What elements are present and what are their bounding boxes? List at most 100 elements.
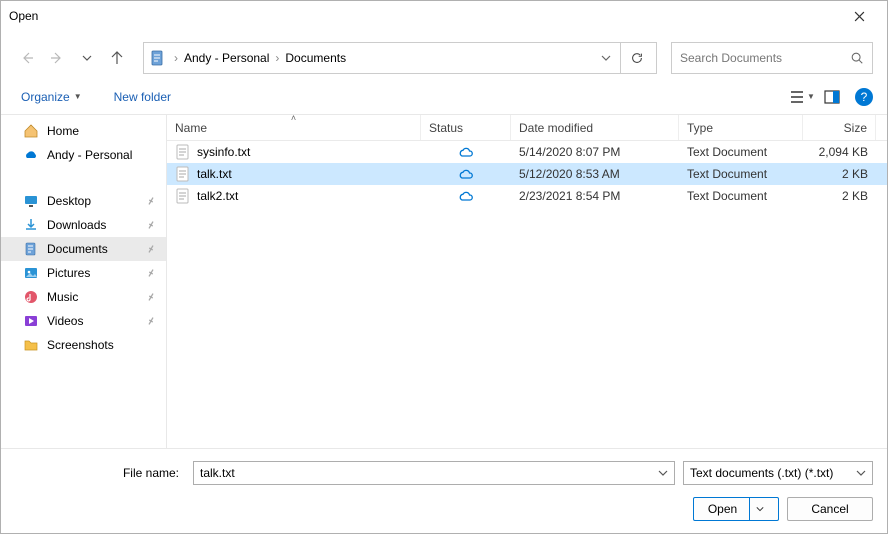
column-status[interactable]: Status: [421, 115, 511, 140]
file-name: sysinfo.txt: [197, 145, 250, 159]
sidebar-item-desktop[interactable]: Desktop: [1, 189, 166, 213]
breadcrumb-sep-icon: ›: [273, 51, 281, 65]
pin-icon: [144, 266, 158, 280]
refresh-icon: [630, 51, 644, 65]
desktop-icon: [23, 193, 39, 209]
file-row[interactable]: talk.txt 5/12/2020 8:53 AM Text Document…: [167, 163, 887, 185]
forward-button[interactable]: [45, 46, 69, 70]
chevron-down-icon: [856, 468, 866, 478]
file-type: Text Document: [679, 163, 803, 185]
breadcrumb-part[interactable]: Andy - Personal: [180, 51, 273, 65]
file-pane: Name ˄ Status Date modified Type Size sy…: [167, 115, 887, 448]
chevron-down-icon: [82, 53, 92, 63]
documents-icon: [23, 241, 39, 257]
breadcrumb-part[interactable]: Documents: [281, 51, 350, 65]
toolbar: Organize ▼ New folder ▼ ?: [1, 79, 887, 115]
arrow-left-icon: [19, 50, 35, 66]
sidebar-item-home[interactable]: Home: [1, 119, 166, 143]
sidebar-item-label: Andy - Personal: [47, 148, 132, 162]
file-date: 5/12/2020 8:53 AM: [511, 163, 679, 185]
file-row[interactable]: sysinfo.txt 5/14/2020 8:07 PM Text Docum…: [167, 141, 887, 163]
file-size: 2,094 KB: [803, 141, 876, 163]
pin-icon: [144, 194, 158, 208]
footer: File name: talk.txt Text documents (.txt…: [1, 448, 887, 533]
view-mode-button[interactable]: ▼: [789, 85, 815, 109]
window-title: Open: [9, 9, 839, 23]
file-date: 5/14/2020 8:07 PM: [511, 141, 679, 163]
pin-icon: [144, 314, 158, 328]
sidebar-item-label: Documents: [47, 242, 108, 256]
organize-button[interactable]: Organize ▼: [15, 86, 88, 108]
back-button[interactable]: [15, 46, 39, 70]
sidebar-item-music[interactable]: Music: [1, 285, 166, 309]
file-type: Text Document: [679, 185, 803, 207]
pin-icon: [144, 218, 158, 232]
open-label: Open: [708, 502, 737, 516]
caret-down-icon: ▼: [807, 92, 815, 101]
cancel-button[interactable]: Cancel: [787, 497, 873, 521]
column-name[interactable]: Name ˄: [167, 115, 421, 140]
title-bar: Open: [1, 1, 887, 31]
sidebar-item-label: Home: [47, 124, 79, 138]
location-doc-icon: [148, 48, 168, 68]
sidebar: Home Andy - Personal Desktop Downloads D…: [1, 115, 167, 448]
open-button[interactable]: Open: [693, 497, 779, 521]
up-button[interactable]: [105, 46, 129, 70]
filetype-select[interactable]: Text documents (.txt) (*.txt): [683, 461, 873, 485]
home-icon: [23, 123, 39, 139]
column-size[interactable]: Size: [803, 115, 876, 140]
filename-label: File name:: [15, 466, 185, 480]
sidebar-item-personal[interactable]: Andy - Personal: [1, 143, 166, 167]
help-icon: ?: [861, 90, 868, 104]
onedrive-icon: [23, 147, 39, 163]
column-date[interactable]: Date modified: [511, 115, 679, 140]
close-icon: [854, 11, 865, 22]
cloud-icon: [458, 146, 474, 158]
new-folder-button[interactable]: New folder: [108, 86, 177, 108]
filename-value: talk.txt: [200, 466, 235, 480]
arrow-up-icon: [109, 50, 125, 66]
help-button[interactable]: ?: [855, 88, 873, 106]
breadcrumb-dropdown[interactable]: [600, 53, 620, 63]
breadcrumb[interactable]: › Andy - Personal › Documents: [143, 42, 657, 74]
chevron-down-icon: [601, 53, 611, 63]
downloads-icon: [23, 217, 39, 233]
sidebar-item-videos[interactable]: Videos: [1, 309, 166, 333]
close-button[interactable]: [839, 1, 879, 31]
sort-ascending-icon: ˄: [291, 115, 296, 123]
list-view-icon: [789, 90, 805, 104]
chevron-down-icon[interactable]: [658, 468, 668, 478]
preview-pane-button[interactable]: [819, 85, 845, 109]
refresh-button[interactable]: [620, 43, 652, 73]
videos-icon: [23, 313, 39, 329]
filename-input[interactable]: talk.txt: [193, 461, 675, 485]
split-caret-icon[interactable]: [749, 498, 764, 520]
body: Home Andy - Personal Desktop Downloads D…: [1, 115, 887, 448]
organize-label: Organize: [21, 90, 70, 104]
sidebar-item-pictures[interactable]: Pictures: [1, 261, 166, 285]
file-name: talk2.txt: [197, 189, 238, 203]
recent-dropdown[interactable]: [75, 46, 99, 70]
sidebar-item-label: Screenshots: [47, 338, 114, 352]
file-date: 2/23/2021 8:54 PM: [511, 185, 679, 207]
sidebar-item-label: Downloads: [47, 218, 106, 232]
pin-icon: [144, 242, 158, 256]
text-file-icon: [175, 188, 191, 204]
pictures-icon: [23, 265, 39, 281]
sidebar-item-label: Videos: [47, 314, 83, 328]
text-file-icon: [175, 166, 191, 182]
sidebar-item-documents[interactable]: Documents: [1, 237, 166, 261]
sidebar-item-label: Pictures: [47, 266, 90, 280]
text-file-icon: [175, 144, 191, 160]
sidebar-item-downloads[interactable]: Downloads: [1, 213, 166, 237]
music-icon: [23, 289, 39, 305]
file-row[interactable]: talk2.txt 2/23/2021 8:54 PM Text Documen…: [167, 185, 887, 207]
sidebar-item-screenshots[interactable]: Screenshots: [1, 333, 166, 357]
column-type[interactable]: Type: [679, 115, 803, 140]
arrow-right-icon: [49, 50, 65, 66]
search-icon: [850, 51, 864, 65]
search-input[interactable]: Search Documents: [671, 42, 873, 74]
search-placeholder: Search Documents: [680, 51, 850, 65]
breadcrumb-sep-icon: ›: [172, 51, 180, 65]
file-size: 2 KB: [803, 163, 876, 185]
